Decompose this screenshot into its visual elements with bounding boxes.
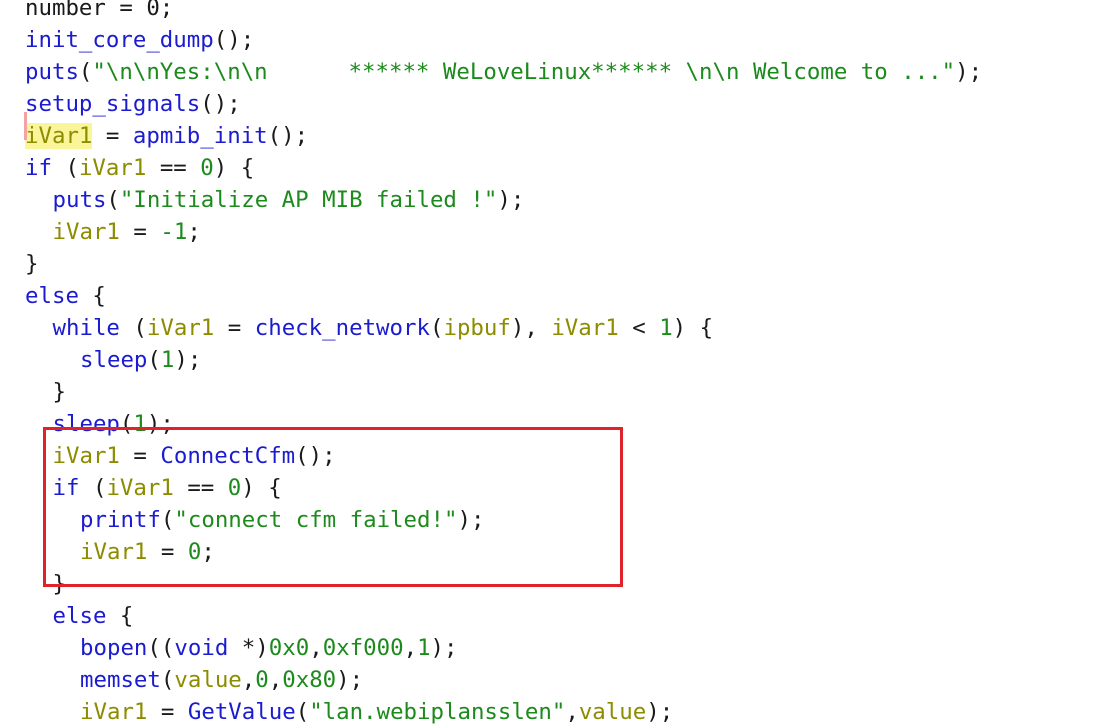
- code-token-fn: init_core_dump: [25, 27, 214, 53]
- code-line[interactable]: if (iVar1 == 0) {: [25, 152, 254, 184]
- code-token-fn: apmib_init: [132, 123, 268, 149]
- code-line[interactable]: else {: [25, 280, 106, 312]
- code-token-var: value: [174, 667, 242, 693]
- code-token-num: 0: [200, 155, 214, 181]
- code-token-kw: else: [52, 603, 107, 629]
- code-token-var: value: [578, 699, 647, 725]
- code-token-plain: (: [160, 667, 175, 693]
- code-token-str: "\n\nYes:\n\n ****** WeLoveLinux****** \…: [92, 59, 956, 85]
- code-token-kw: if: [25, 155, 52, 181]
- code-token-plain: );: [336, 667, 364, 693]
- code-line[interactable]: while (iVar1 = check_network(ipbuf), iVa…: [53, 312, 714, 344]
- code-token-plain: }: [25, 251, 39, 277]
- code-token-num: -1: [160, 219, 188, 245]
- code-token-plain: (: [51, 155, 79, 181]
- code-token-plain: ,: [241, 667, 256, 693]
- code-token-kw: while: [52, 315, 120, 341]
- code-token-kw: else: [25, 283, 79, 309]
- code-token-plain: ();: [213, 27, 255, 53]
- code-token-fn: check_network: [254, 315, 430, 341]
- code-token-plain: number = 0;: [25, 0, 174, 21]
- code-line[interactable]: sleep(1);: [80, 344, 201, 376]
- code-token-num: 0x0: [268, 635, 310, 661]
- code-token-fn: puts: [52, 187, 107, 213]
- code-line[interactable]: bopen((void *)0x0,0xf000,1);: [80, 632, 458, 664]
- code-token-plain: (: [106, 187, 120, 213]
- code-token-plain: (: [119, 315, 147, 341]
- code-token-num: 1: [417, 635, 431, 661]
- code-editor[interactable]: number = 0; init_core_dump(); puts("\n\nYe…: [0, 0, 1114, 725]
- code-token-plain: ) {: [672, 315, 714, 341]
- code-token-num: 1: [659, 315, 673, 341]
- code-line[interactable]: setup_signals();: [25, 88, 241, 120]
- code-token-var: iVar1: [146, 315, 215, 341]
- code-token-plain: ==: [146, 155, 201, 181]
- annotation-highlight-box: [43, 427, 623, 587]
- code-token-var: ipbuf: [443, 315, 511, 341]
- code-token-plain: ();: [267, 123, 309, 149]
- code-token-num: 0xf000: [322, 635, 404, 661]
- code-token-plain: ,: [403, 635, 418, 661]
- code-token-plain: {: [106, 603, 134, 629]
- code-token-plain: (: [295, 699, 310, 725]
- code-token-plain: ,: [268, 667, 283, 693]
- code-token-plain: =: [214, 315, 255, 341]
- code-token-plain: }: [52, 379, 66, 405]
- code-token-plain: (: [78, 59, 93, 85]
- code-token-num: 1: [160, 347, 175, 373]
- code-token-fn: memset: [80, 667, 161, 693]
- code-token-plain: );: [430, 635, 458, 661]
- code-line[interactable]: iVar1 = GetValue("lan.webiplansslen",val…: [80, 696, 673, 728]
- code-token-plain: =: [92, 123, 133, 149]
- code-token-str: "Initialize AP MIB failed !": [119, 187, 498, 213]
- code-token-var: iVar1: [80, 699, 148, 725]
- code-line[interactable]: }: [25, 248, 38, 280]
- code-token-plain: );: [955, 59, 983, 85]
- code-token-str: "lan.webiplansslen": [309, 699, 566, 725]
- code-token-plain: ,: [565, 699, 579, 725]
- code-token-plain: =: [119, 219, 161, 245]
- code-token-plain: ,: [309, 635, 323, 661]
- code-token-var: iVar1: [52, 219, 120, 245]
- code-line[interactable]: iVar1 = -1;: [53, 216, 201, 248]
- code-token-fn: bopen: [80, 635, 148, 661]
- code-token-fn: sleep: [80, 347, 148, 373]
- code-token-plain: =: [147, 699, 188, 725]
- code-token-var: iVar1: [78, 155, 147, 181]
- code-token-plain: ;: [187, 219, 201, 245]
- code-token-num: 0: [255, 667, 269, 693]
- code-line[interactable]: memset(value,0,0x80);: [80, 664, 363, 696]
- code-token-num: 0x80: [282, 667, 337, 693]
- code-token-plain: );: [646, 699, 674, 725]
- code-token-plain: ((: [147, 635, 175, 661]
- code-token-kw: void: [174, 635, 229, 661]
- code-line[interactable]: else {: [53, 600, 134, 632]
- code-token-plain: );: [174, 347, 202, 373]
- code-line[interactable]: puts("Initialize AP MIB failed !");: [53, 184, 525, 216]
- code-token-plain: {: [78, 283, 106, 309]
- code-token-plain: ),: [510, 315, 552, 341]
- code-line[interactable]: }: [53, 376, 66, 408]
- code-token-plain: ();: [200, 91, 241, 117]
- code-line[interactable]: number = 0;: [25, 0, 173, 24]
- code-line[interactable]: iVar1 = apmib_init();: [25, 120, 308, 152]
- code-token-var: iVar1: [551, 315, 619, 341]
- code-token-plain: ) {: [213, 155, 255, 181]
- code-token-fn: GetValue: [187, 699, 296, 725]
- code-token-plain: *): [228, 635, 269, 661]
- code-line[interactable]: puts("\n\nYes:\n\n ****** WeLoveLinux***…: [25, 56, 982, 88]
- code-token-plain: );: [497, 187, 525, 213]
- code-token-plain: (: [429, 315, 444, 341]
- code-token-plain: <: [618, 315, 660, 341]
- code-token-plain: (: [147, 347, 161, 373]
- code-token-fn: setup_signals: [25, 91, 201, 117]
- code-token-hl: iVar1: [25, 123, 93, 149]
- code-line[interactable]: init_core_dump();: [25, 24, 254, 56]
- code-token-fn: puts: [25, 59, 79, 85]
- text-cursor-marker: [24, 112, 27, 140]
